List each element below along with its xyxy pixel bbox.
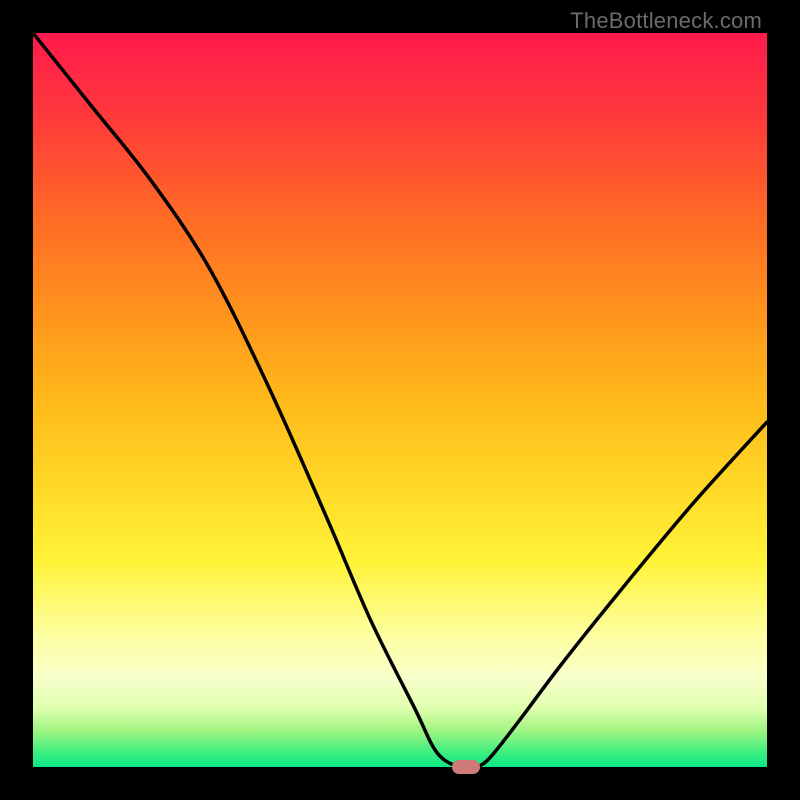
optimum-marker <box>452 760 480 774</box>
curve-path <box>33 33 767 767</box>
plot-area <box>33 33 767 767</box>
chart-frame: TheBottleneck.com <box>0 0 800 800</box>
watermark-text: TheBottleneck.com <box>570 8 762 34</box>
bottleneck-curve <box>33 33 767 767</box>
